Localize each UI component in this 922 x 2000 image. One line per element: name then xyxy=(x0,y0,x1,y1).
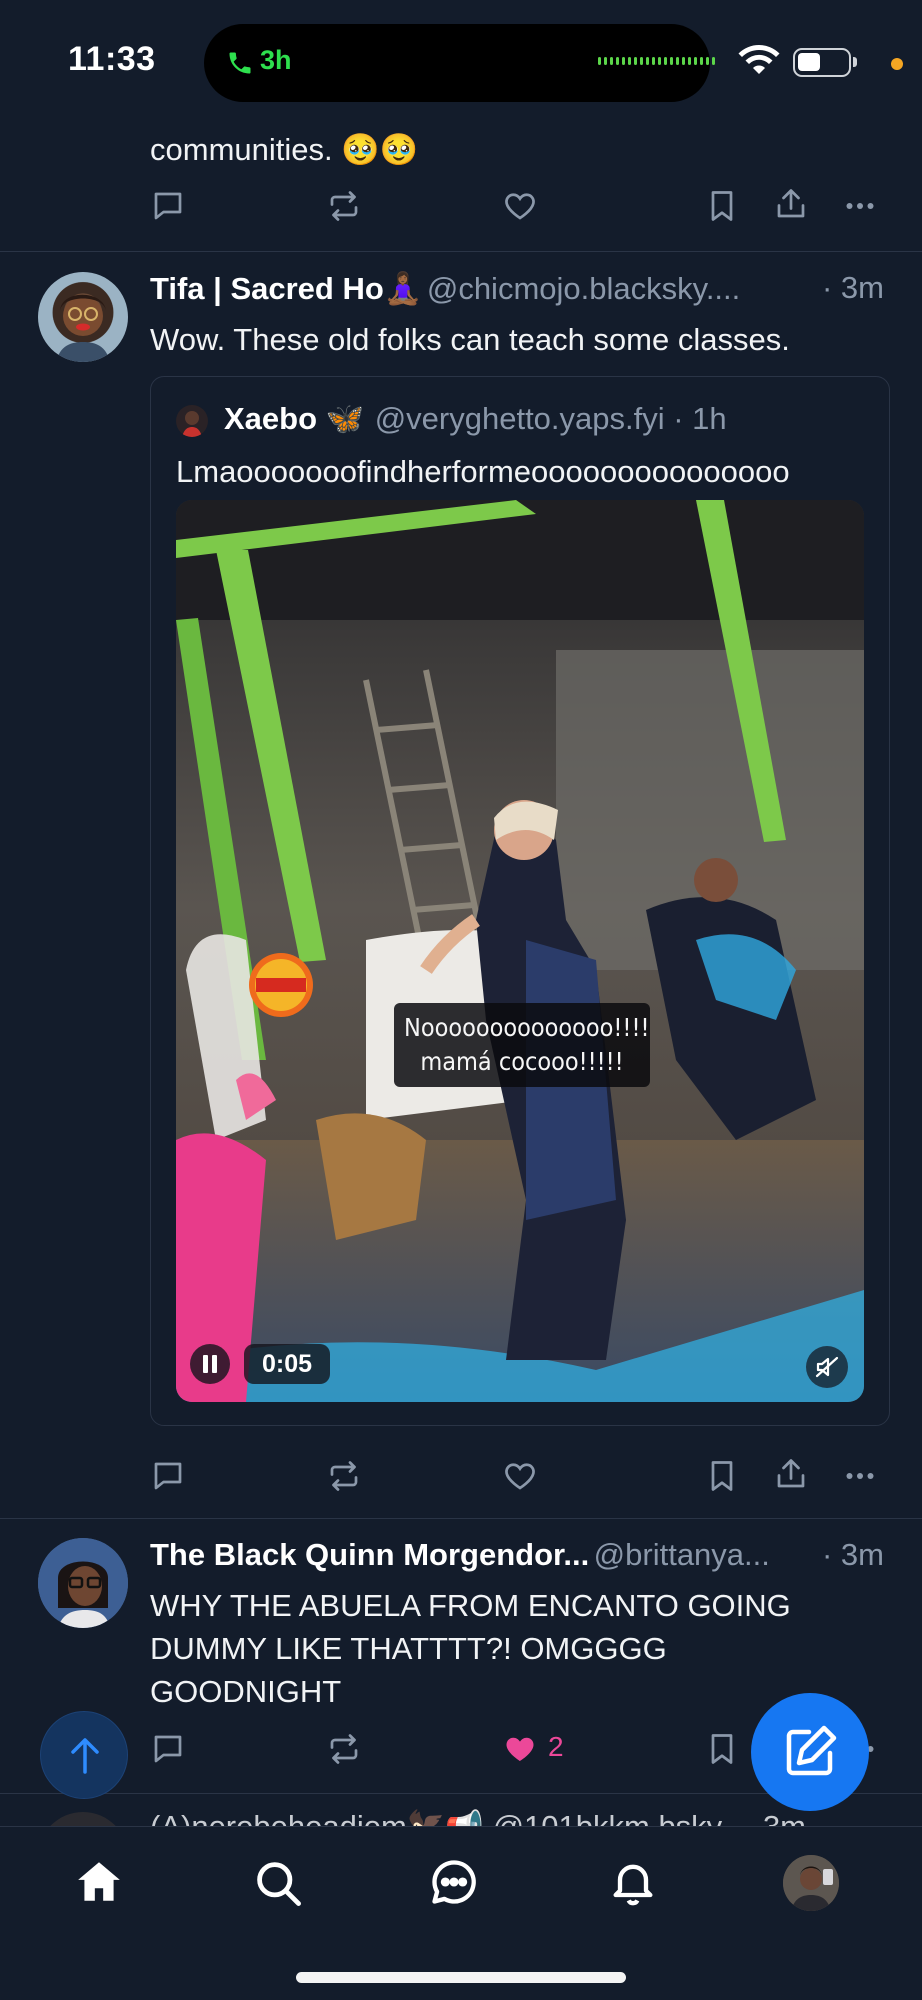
post-text: Wow. These old folks can teach some clas… xyxy=(150,322,790,357)
arrow-up-icon xyxy=(71,1738,99,1774)
divider xyxy=(0,251,922,252)
bookmark-icon[interactable] xyxy=(704,1458,740,1494)
reply-icon[interactable] xyxy=(150,1731,186,1767)
reply-icon[interactable] xyxy=(150,1458,186,1494)
heart-icon[interactable] xyxy=(502,188,538,224)
messages-icon[interactable] xyxy=(428,1856,480,1908)
author-name[interactable]: Tifa | Sacred Ho🧘🏾‍♀️ xyxy=(150,271,422,306)
more-icon[interactable] xyxy=(842,188,878,224)
author-handle[interactable]: @chicmojo.blacksky.... xyxy=(427,271,740,306)
battery-nub xyxy=(853,57,857,67)
post-header: The Black Quinn Morgendor... @brittanya.… xyxy=(150,1537,830,1573)
quote-author-name: Xaebo 🦋 xyxy=(224,401,365,436)
compose-icon xyxy=(786,1725,837,1776)
profile-avatar[interactable] xyxy=(783,1855,839,1911)
heart-icon[interactable] xyxy=(502,1458,538,1494)
quote-text: Lmaooooooofindherformeooooooooooooooo xyxy=(176,454,790,489)
video-frame xyxy=(176,500,864,1402)
home-indicator[interactable] xyxy=(296,1972,626,1983)
video-player[interactable] xyxy=(176,500,864,1402)
quote-header: Xaebo 🦋 @veryghetto.yaps.fyi · 1h xyxy=(224,400,727,437)
repost-icon[interactable] xyxy=(326,188,362,224)
video-caption-line: mamá cocooo!!!!! xyxy=(420,1047,624,1076)
author-handle[interactable]: @brittanya... xyxy=(594,1537,770,1572)
notifications-icon[interactable] xyxy=(607,1856,659,1908)
post-actions xyxy=(0,184,922,228)
quote-author-handle: @veryghetto.yaps.fyi · 1h xyxy=(374,401,727,436)
avatar-face xyxy=(56,294,110,362)
profile-photo xyxy=(783,1855,839,1911)
repost-icon[interactable] xyxy=(326,1458,362,1494)
post-time[interactable]: · 3m xyxy=(822,1537,884,1573)
scroll-to-top-button[interactable] xyxy=(40,1711,128,1799)
avatar-face xyxy=(38,1538,128,1628)
post-text: communities. 🥹🥹 xyxy=(150,132,419,167)
home-icon[interactable] xyxy=(74,1857,124,1907)
call-duration: 3h xyxy=(260,45,292,75)
pause-button[interactable] xyxy=(190,1344,230,1384)
more-icon[interactable] xyxy=(842,1458,878,1494)
search-icon[interactable] xyxy=(252,1857,304,1909)
divider xyxy=(0,1518,922,1519)
audio-waveform xyxy=(598,57,715,65)
video-timestamp: 0:05 xyxy=(244,1344,330,1384)
share-icon[interactable] xyxy=(773,1456,809,1492)
video-caption-line: Noooooooooooooo!!!! xyxy=(404,1013,650,1042)
bookmark-icon[interactable] xyxy=(704,1731,740,1767)
heart-filled-icon[interactable] xyxy=(502,1731,538,1767)
wifi-icon xyxy=(738,45,780,74)
battery-icon xyxy=(793,48,851,77)
post-time[interactable]: · 3m xyxy=(822,270,884,306)
like-count: 2 xyxy=(548,1731,564,1762)
pause-icon xyxy=(203,1355,217,1373)
author-name[interactable]: The Black Quinn Morgendor... xyxy=(150,1537,589,1572)
share-icon[interactable] xyxy=(773,186,809,222)
quote-avatar xyxy=(176,405,208,437)
bookmark-icon[interactable] xyxy=(704,188,740,224)
reply-icon[interactable] xyxy=(150,188,186,224)
post-actions xyxy=(0,1454,922,1498)
video-caption: Noooooooooooooo!!!! mamá cocooo!!!!! xyxy=(394,1003,650,1087)
mute-button[interactable] xyxy=(806,1346,848,1388)
status-time: 11:33 xyxy=(68,40,156,78)
avatar[interactable] xyxy=(38,272,128,362)
avatar[interactable] xyxy=(38,1538,128,1628)
phone-icon xyxy=(229,52,251,74)
post-header: Tifa | Sacred Ho🧘🏾‍♀️ @chicmojo.blacksky… xyxy=(150,270,890,307)
repost-icon[interactable] xyxy=(326,1731,362,1767)
privacy-indicator xyxy=(891,58,903,70)
compose-button[interactable] xyxy=(751,1693,869,1811)
muted-speaker-icon xyxy=(815,1356,839,1378)
post-text: WHY THE ABUELA FROM ENCANTO GOING DUMMY … xyxy=(150,1588,791,1709)
